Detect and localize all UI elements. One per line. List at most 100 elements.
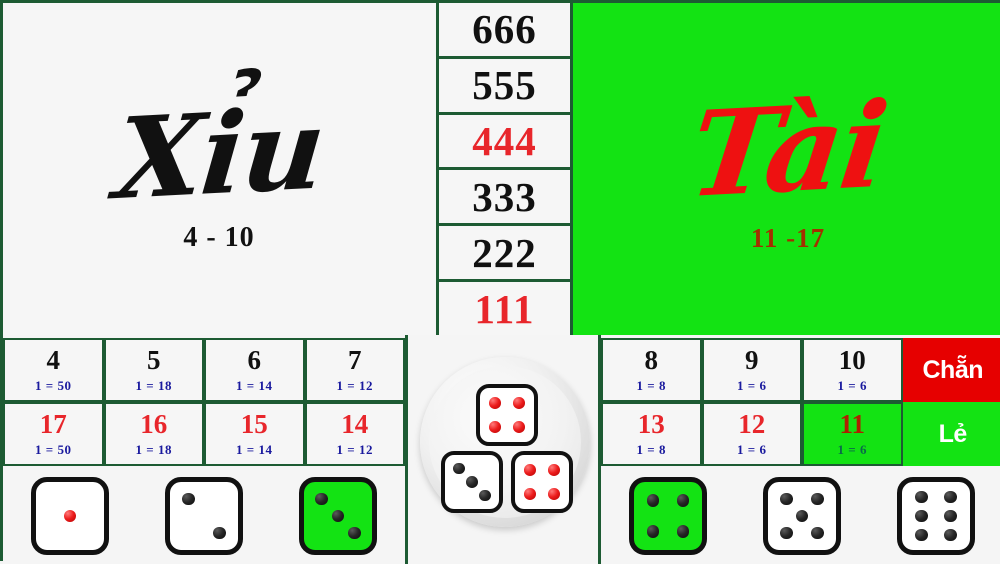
triple-cell-333[interactable]: 333 — [439, 170, 570, 226]
bet-cell-8[interactable]: 8 1 = 8 — [601, 338, 702, 402]
dice-slot — [735, 477, 869, 555]
die-face-3[interactable] — [299, 477, 377, 555]
die-pip-icon — [315, 493, 328, 506]
bet-number: 7 — [348, 347, 362, 374]
triple-cell-222[interactable]: 222 — [439, 226, 570, 282]
bets-right: 81 = 891 = 6101 = 6Chẵn 131 = 8121 = 611… — [601, 338, 1000, 466]
bet-odds: 1 = 8 — [637, 378, 666, 394]
bet-odds: 1 = 50 — [35, 378, 71, 394]
bet-cell-5[interactable]: 5 1 = 18 — [104, 338, 205, 402]
bowl-die-bottom-right-face-4[interactable] — [511, 451, 573, 513]
die-pip-icon — [915, 491, 928, 504]
bet-cell-16[interactable]: 161 = 18 — [104, 402, 205, 466]
bowl-die-top-face-4[interactable] — [476, 384, 538, 446]
die-pip-icon — [524, 464, 536, 476]
die-pip-icon — [479, 490, 491, 502]
bet-cell-12[interactable]: 121 = 6 — [702, 402, 803, 466]
bet-number: 11 — [839, 411, 865, 438]
die-pip-icon — [524, 488, 536, 500]
bet-cell-17[interactable]: 171 = 50 — [3, 402, 104, 466]
bet-number: 9 — [745, 347, 759, 374]
bet-number: 4 — [47, 347, 61, 374]
bet-cell-10[interactable]: 10 1 = 6 — [802, 338, 903, 402]
die-pip-icon — [182, 493, 195, 506]
triple-cell-111[interactable]: 111 — [439, 282, 570, 335]
bet-cell-9[interactable]: 9 1 = 6 — [702, 338, 803, 402]
die-pip-icon — [513, 397, 525, 409]
bet-cell-even[interactable]: Chẵn — [903, 338, 1000, 402]
dice-slot — [271, 477, 405, 555]
die-pip-icon — [915, 510, 928, 523]
bet-cell-odd[interactable]: Lẻ — [903, 402, 1000, 466]
bet-odds: 1 = 50 — [35, 442, 71, 458]
triple-value: 555 — [472, 61, 537, 109]
die-pip-icon — [489, 397, 501, 409]
bet-cell-15[interactable]: 15 1 = 14 — [204, 402, 305, 466]
triple-cell-444[interactable]: 444 — [439, 115, 570, 171]
bet-number: 5 — [147, 347, 161, 374]
die-face-2[interactable] — [165, 477, 243, 555]
bet-odds: 1 = 8 — [637, 442, 666, 458]
bet-number: 13 — [638, 411, 665, 438]
triple-value: 666 — [472, 5, 537, 53]
dice-slot — [137, 477, 271, 555]
top-section: Xỉu 4 - 10 666 555 444333 222 111 Tài 11 -17 — [3, 3, 1000, 335]
bet-odds: 1 = 14 — [236, 378, 272, 394]
triple-value: 222 — [472, 229, 537, 277]
bet-cell-4[interactable]: 4 1 = 50 — [3, 338, 104, 402]
dice-legend-left — [3, 468, 405, 564]
bets-left-bottom-row: 171 = 50161 = 18 15 1 = 14 14 1 = 12 — [3, 402, 405, 466]
bet-odds: 1 = 18 — [136, 442, 172, 458]
bet-cell-6[interactable]: 61 = 14 — [204, 338, 305, 402]
bowl-die-bottom-left-face-3[interactable] — [441, 451, 503, 513]
die-pip-icon — [548, 488, 560, 500]
die-pip-icon — [332, 510, 345, 523]
die-pip-icon — [647, 494, 660, 507]
triples-column: 666 555 444333 222 111 — [436, 3, 573, 335]
bet-cell-odd-label: Lẻ — [939, 420, 967, 449]
die-pip-icon — [780, 493, 793, 506]
bet-odds: 1 = 6 — [737, 378, 766, 394]
die-pip-icon — [453, 463, 465, 475]
die-pip-icon — [780, 527, 793, 540]
die-pip-icon — [213, 527, 226, 540]
die-pip-icon — [677, 525, 690, 538]
die-pip-icon — [944, 529, 957, 542]
bet-odds: 1 = 18 — [136, 378, 172, 394]
die-face-1[interactable] — [31, 477, 109, 555]
dice-slot — [601, 477, 735, 555]
bets-right-bottom-row: 131 = 8121 = 6111 = 6Lẻ — [601, 402, 1000, 466]
triple-cell-555[interactable]: 555 — [439, 59, 570, 115]
bet-cell-14[interactable]: 14 1 = 12 — [305, 402, 406, 466]
bet-odds: 1 = 6 — [737, 442, 766, 458]
bet-odds: 1 = 14 — [236, 442, 272, 458]
triple-value: 333 — [472, 173, 537, 221]
die-pip-icon — [915, 529, 928, 542]
die-pip-icon — [489, 421, 501, 433]
bet-number: 8 — [645, 347, 659, 374]
triple-value: 111 — [475, 285, 535, 333]
bet-number: 15 — [241, 411, 268, 438]
die-pip-icon — [811, 493, 824, 506]
xiu-panel[interactable]: Xỉu 4 - 10 — [3, 3, 435, 335]
xiu-range: 4 - 10 — [183, 222, 254, 254]
bet-cell-7[interactable]: 71 = 12 — [305, 338, 406, 402]
bet-cell-11[interactable]: 111 = 6 — [802, 402, 903, 466]
die-pip-icon — [677, 494, 690, 507]
bet-number: 14 — [341, 411, 368, 438]
tai-panel[interactable]: Tài 11 -17 — [573, 3, 1000, 335]
bet-odds: 1 = 12 — [337, 442, 373, 458]
bets-left-top-row: 4 1 = 50 5 1 = 18 61 = 1471 = 12 — [3, 338, 405, 402]
die-pip-icon — [796, 510, 809, 523]
bet-number: 10 — [839, 347, 866, 374]
die-face-4[interactable] — [629, 477, 707, 555]
triple-cell-666[interactable]: 666 — [439, 3, 570, 59]
die-pip-icon — [64, 510, 77, 523]
bet-cell-13[interactable]: 13 1 = 8 — [601, 402, 702, 466]
bets-left: 41 = 5051 = 1861 = 1471 = 12 171 = 50161… — [3, 338, 405, 466]
die-face-5[interactable] — [763, 477, 841, 555]
bet-odds: 1 = 6 — [838, 378, 867, 394]
bowl — [420, 357, 590, 527]
die-face-6[interactable] — [897, 477, 975, 555]
tai-label: Tài — [684, 90, 891, 212]
